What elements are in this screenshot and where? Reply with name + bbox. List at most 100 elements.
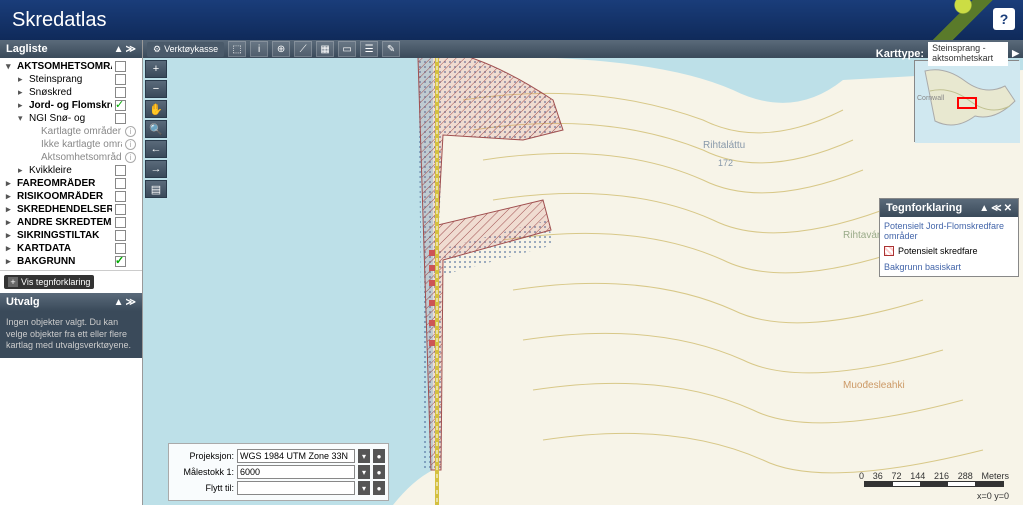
prev-extent-icon[interactable]: ← [145, 140, 167, 158]
expand-icon[interactable]: ≫ [126, 297, 136, 308]
zoom-out-icon[interactable]: − [145, 80, 167, 98]
dropdown-icon[interactable]: ▾ [358, 465, 370, 479]
collapse-icon[interactable]: ▲ [979, 203, 989, 214]
legend-controls[interactable]: ▲≪✕ [979, 203, 1012, 214]
layer-item[interactable]: ▸Kvikkleire [2, 164, 140, 177]
layer-checkbox[interactable] [115, 87, 126, 98]
help-button[interactable]: ? [993, 8, 1015, 30]
layer-item[interactable]: ▸Jord- og Flomskred [2, 99, 140, 112]
legend-toggle-wrap: Vis tegnforklaring [0, 271, 142, 293]
legend-header[interactable]: Tegnforklaring ▲≪✕ [880, 199, 1018, 217]
layer-checkbox[interactable] [115, 100, 126, 111]
apply-icon[interactable]: ● [373, 481, 385, 495]
layer-checkbox[interactable] [115, 178, 126, 189]
close-icon[interactable]: ✕ [1004, 203, 1012, 214]
malestokk-label: Målestokk 1: [172, 467, 234, 477]
list-tool-icon[interactable]: ☰ [360, 41, 378, 57]
info-icon[interactable]: i [125, 139, 136, 150]
zoom-in-icon[interactable]: + [145, 60, 167, 78]
legend-item-label: Potensielt skredfare [898, 246, 978, 256]
layer-item[interactable]: ▾NGI Snø- og [2, 112, 140, 125]
utvalg-header[interactable]: Utvalg ▲≫ [0, 293, 142, 311]
layer-checkbox[interactable] [115, 230, 126, 241]
layer-item[interactable]: ▾AKTSOMHETSOMRÅDER [2, 60, 140, 73]
projection-controls: Projeksjon: WGS 1984 UTM Zone 33N ▾ ● Må… [168, 443, 389, 501]
expand-icon[interactable]: ≫ [126, 44, 136, 55]
apply-icon[interactable]: ● [373, 465, 385, 479]
verktoy-button[interactable]: ⚙ Verktøykasse [147, 42, 224, 57]
sidebar: Lagliste ▲≫ ▾AKTSOMHETSOMRÅDER▸Steinspra… [0, 40, 143, 505]
layer-tool-icon[interactable]: ▤ [145, 180, 167, 198]
layer-item[interactable]: ▸BAKGRUNN [2, 255, 140, 268]
collapse-icon[interactable]: ▲ [114, 297, 124, 308]
measure-tool-icon[interactable]: ⟋ [294, 41, 312, 57]
dropdown-icon[interactable]: ▾ [358, 449, 370, 463]
utvalg-body: Ingen objekter valgt. Du kan velge objek… [0, 311, 142, 358]
flytt-label: Flytt til: [172, 483, 234, 493]
lagliste-title: Lagliste [6, 43, 48, 55]
malestokk-input[interactable] [237, 465, 355, 479]
lagliste-header[interactable]: Lagliste ▲≫ [0, 40, 142, 58]
layer-checkbox[interactable] [115, 61, 126, 72]
select-tool-icon[interactable]: ⬚ [228, 41, 246, 57]
layer-checkbox[interactable] [115, 217, 126, 228]
layer-list: ▾AKTSOMHETSOMRÅDER▸Steinsprang▸Snøskred▸… [0, 58, 142, 271]
layer-checkbox[interactable] [115, 243, 126, 254]
pan-icon[interactable]: ✋ [145, 100, 167, 118]
scalebar: 0 36 72 144 216 288 Meters [864, 471, 1009, 487]
side-toolbar: + − ✋ 🔍 ← → ▤ [145, 60, 167, 198]
utvalg-controls[interactable]: ▲≫ [114, 297, 136, 308]
legend-section1: Potensielt Jord-Flomskredfare områder [884, 221, 1014, 241]
dropdown-icon[interactable]: ▾ [358, 481, 370, 495]
overview-extent-rect[interactable] [957, 97, 977, 109]
info-tool-icon[interactable]: i [250, 41, 268, 57]
flytt-input[interactable] [237, 481, 355, 495]
show-legend-button[interactable]: Vis tegnforklaring [4, 275, 94, 289]
utvalg-title: Utvalg [6, 296, 40, 308]
apply-icon[interactable]: ● [373, 449, 385, 463]
layer-checkbox[interactable] [115, 113, 126, 124]
screen-tool-icon[interactable]: ▭ [338, 41, 356, 57]
legend-title: Tegnforklaring [886, 202, 962, 214]
map-label-muodesleahki: Muođesleahki [843, 380, 905, 391]
legend-body: Potensielt Jord-Flomskredfare områder Po… [880, 217, 1018, 276]
minimize-icon[interactable]: ≪ [991, 203, 1001, 214]
info-icon[interactable]: i [125, 126, 136, 137]
layer-item[interactable]: Aktsomhetsområdei [2, 151, 140, 164]
app-title: Skredatlas [12, 9, 107, 32]
layer-checkbox[interactable] [115, 74, 126, 85]
lagliste-controls[interactable]: ▲≫ [114, 44, 136, 55]
layer-checkbox[interactable] [115, 256, 126, 267]
layer-item[interactable]: ▸ANDRE SKREDTEMA [2, 216, 140, 229]
zoom-tool-icon[interactable]: ⊕ [272, 41, 290, 57]
next-extent-icon[interactable]: → [145, 160, 167, 178]
layer-item[interactable]: ▸Steinsprang [2, 73, 140, 86]
layer-item[interactable]: Kartlagte områderi [2, 125, 140, 138]
overview-map[interactable]: Cornwall [914, 60, 1019, 142]
layer-checkbox[interactable] [115, 165, 126, 176]
layer-checkbox[interactable] [115, 204, 126, 215]
layer-item[interactable]: ▸RISIKOOMRÅDER [2, 190, 140, 203]
header-decoration [933, 0, 993, 40]
karttype-value[interactable]: Steinsprang - aktsomhetskart [928, 42, 1008, 66]
layer-item[interactable]: ▸FAREOMRÅDER [2, 177, 140, 190]
projeksjon-select[interactable]: WGS 1984 UTM Zone 33N [237, 449, 355, 463]
info-icon[interactable]: i [125, 152, 136, 163]
top-toolbar: ⚙ Verktøykasse ⬚ i ⊕ ⟋ ▦ ▭ ☰ ✎ Karttype:… [143, 40, 1023, 58]
projeksjon-label: Projeksjon: [172, 451, 234, 461]
map-area[interactable]: ⚙ Verktøykasse ⬚ i ⊕ ⟋ ▦ ▭ ☰ ✎ Karttype:… [143, 40, 1023, 505]
zoom-extent-icon[interactable]: 🔍 [145, 120, 167, 138]
edit-tool-icon[interactable]: ✎ [382, 41, 400, 57]
layer-item[interactable]: ▸SIKRINGSTILTAK [2, 229, 140, 242]
layer-item[interactable]: ▸SKREDHENDELSER [2, 203, 140, 216]
map-label-rihtalattu: Rihtaláttu [703, 140, 745, 151]
karttype-arrow-icon[interactable]: ▶ [1012, 48, 1019, 59]
legend-panel: Tegnforklaring ▲≪✕ Potensielt Jord-Floms… [879, 198, 1019, 277]
overview-label: Cornwall [917, 95, 944, 102]
coords-readout: x=0 y=0 [977, 491, 1009, 501]
karttype-selector: Karttype: Steinsprang - aktsomhetskart ▶ [876, 42, 1019, 66]
layer-checkbox[interactable] [115, 191, 126, 202]
layer-item[interactable]: Ikke kartlagte områderi [2, 138, 140, 151]
grid-tool-icon[interactable]: ▦ [316, 41, 334, 57]
collapse-icon[interactable]: ▲ [114, 44, 124, 55]
